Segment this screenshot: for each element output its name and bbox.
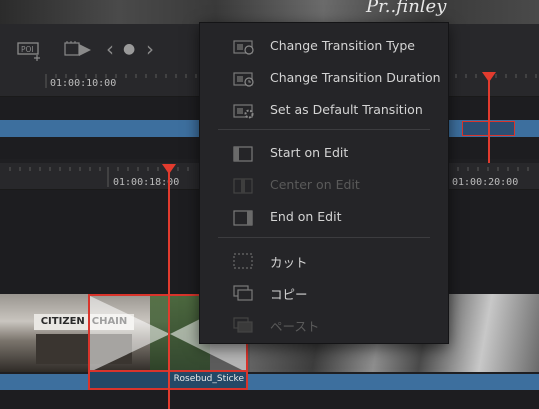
menu-item-start-on-edit[interactable]: Start on Edit [200, 138, 448, 168]
start-on-edit-icon [233, 146, 253, 162]
menu-separator [218, 129, 430, 130]
lower-clip-bar[interactable]: Rosebud_Sticke [0, 372, 539, 390]
menu-separator [218, 237, 430, 238]
menu-item-paste[interactable]: ペースト [200, 309, 448, 339]
menu-item-label: Change Transition Duration [270, 70, 441, 85]
menu-item-label: Center on Edit [270, 177, 360, 192]
menu-item-end-on-edit[interactable]: End on Edit [200, 202, 448, 232]
transition-duration-icon [233, 71, 254, 87]
default-transition-icon [233, 103, 254, 119]
menu-item-copy[interactable]: コピー [200, 277, 448, 307]
change-transition-type-icon [233, 39, 254, 55]
lower-timecode-2: 01:00:20:00 [452, 177, 519, 188]
menu-item-label: ペースト [270, 319, 320, 334]
menu-item-label: End on Edit [270, 209, 342, 224]
end-on-edit-icon [233, 210, 253, 226]
viewer-image [0, 0, 539, 24]
center-on-edit-icon [233, 178, 253, 194]
menu-item-change-transition-duration[interactable]: Change Transition Duration [200, 63, 448, 93]
upper-playhead-handle[interactable] [482, 72, 496, 82]
menu-item-label: Start on Edit [270, 145, 349, 160]
transition-context-menu: Change Transition Type Change Transition… [199, 22, 449, 344]
upper-playhead-line [488, 80, 490, 163]
timeline-bottom [0, 390, 539, 409]
marker-dot-button[interactable]: ● [123, 41, 135, 57]
lower-playhead-handle[interactable] [162, 164, 176, 174]
copy-icon [233, 285, 253, 301]
previous-marker-button[interactable]: ‹ [106, 37, 114, 61]
menu-item-label: コピー [270, 287, 308, 302]
menu-item-label: Set as Default Transition [270, 102, 423, 117]
poi-label: POI [21, 45, 34, 54]
next-marker-button[interactable]: › [146, 37, 154, 61]
menu-item-set-default-transition[interactable]: Set as Default Transition [200, 95, 448, 125]
paste-icon [233, 317, 253, 333]
viewer-preview: Pr..finley [0, 0, 539, 24]
menu-item-change-transition-type[interactable]: Change Transition Type [200, 31, 448, 61]
menu-item-label: Change Transition Type [270, 38, 415, 53]
upper-timecode: 01:00:10:00 [50, 78, 117, 89]
menu-item-center-on-edit[interactable]: Center on Edit [200, 170, 448, 200]
viewer-sign-text: Pr..finley [366, 0, 447, 17]
cut-icon [233, 253, 253, 269]
clip-name-label: Rosebud_Sticke [173, 374, 244, 384]
clip-play-icon[interactable] [64, 40, 92, 60]
menu-item-label: カット [270, 255, 308, 270]
menu-item-cut[interactable]: カット [200, 245, 448, 275]
lower-playhead-line [168, 172, 170, 409]
poi-marker-button[interactable]: POI [17, 40, 43, 61]
